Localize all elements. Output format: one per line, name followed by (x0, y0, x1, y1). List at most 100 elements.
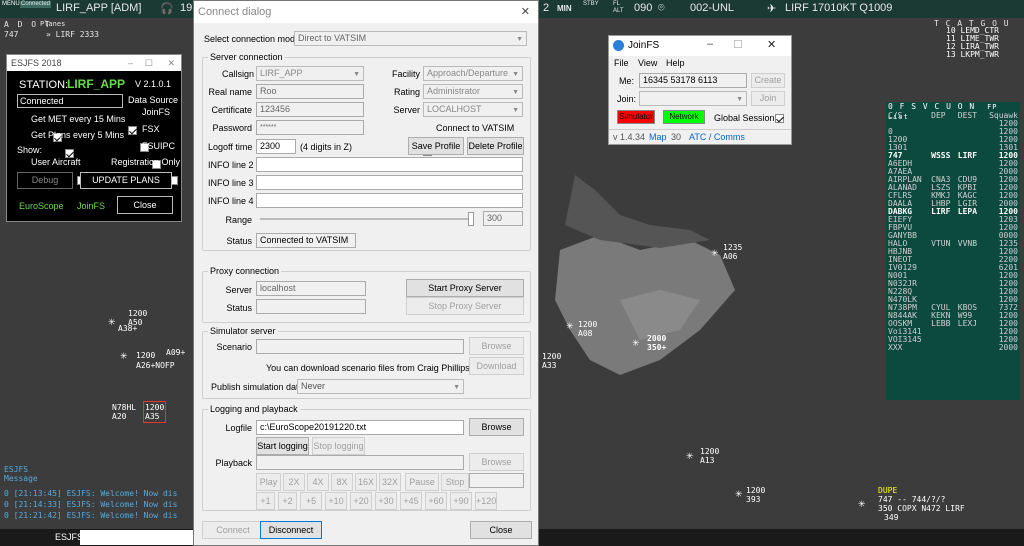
download-button[interactable]: Download (469, 357, 524, 375)
logoff-field[interactable]: 2300 (256, 139, 296, 154)
target-symbol[interactable]: ✳ (858, 500, 866, 509)
target-label[interactable]: 1235 A06 (723, 243, 742, 261)
network-status-button[interactable]: Network (663, 110, 705, 124)
fpl-row[interactable]: XXX 2000 (886, 344, 1020, 352)
jump-button[interactable]: +5 (300, 492, 322, 510)
disconnect-button[interactable]: Disconnect (260, 521, 322, 539)
browse-playback-button[interactable]: Browse (469, 453, 524, 471)
mode-select[interactable]: Direct to VATSIM ▼ (294, 31, 527, 46)
jump-button[interactable]: +20 (350, 492, 372, 510)
target-label[interactable]: 1200 A13 (700, 447, 719, 465)
jump-button[interactable]: +30 (375, 492, 397, 510)
certificate-field[interactable]: 123456 (256, 102, 364, 117)
esjfs-window[interactable]: ESJFS 2018 – ☐ ✕ STATION: LIRF_APP V 2.1… (6, 54, 182, 222)
jump-button[interactable]: +90 (450, 492, 472, 510)
target-label[interactable]: 1200 393 (746, 486, 765, 504)
logfile-field[interactable]: c:\EuroScope20191220.txt (256, 420, 464, 435)
playback-play-button[interactable]: Play (256, 473, 281, 491)
playback-32x-button[interactable]: 32X (379, 473, 401, 491)
browse-scenario-button[interactable]: Browse (469, 337, 524, 355)
me-field[interactable]: 16345 53178 6113 (639, 73, 747, 88)
minimize-icon[interactable]: – (707, 38, 713, 50)
target-symbol[interactable]: ✳ (566, 322, 574, 331)
connect-button[interactable]: Connect (202, 521, 264, 539)
maximize-icon[interactable]: ☐ (145, 55, 153, 71)
simulator-status-button[interactable]: Simulator (617, 110, 655, 124)
alt-value[interactable]: 090 (634, 2, 652, 14)
realname-field[interactable]: Roo (256, 84, 364, 99)
browse-logfile-button[interactable]: Browse (469, 418, 524, 436)
playback-stop-button[interactable]: Stop (441, 473, 469, 491)
join-button[interactable]: Join (751, 91, 785, 106)
jump-button[interactable]: +60 (425, 492, 447, 510)
target-symbol[interactable]: ✳ (686, 452, 694, 461)
menu-help[interactable]: Help (666, 58, 685, 68)
playback-pause-button[interactable]: Pause (405, 473, 439, 491)
flight-plan-list[interactable]: 0 F S V C U O N FP List C/S DEP DEST Squ… (886, 102, 1020, 400)
target-label[interactable]: 1200 A33 (542, 352, 561, 370)
start-logging-button[interactable]: Start logging (256, 437, 309, 455)
maximize-icon[interactable]: ☐ (733, 38, 743, 51)
proxy-server-field[interactable]: localhost (256, 281, 366, 296)
server-select[interactable]: LOCALHOST ▼ (423, 102, 523, 117)
euroscope-link[interactable]: EuroScope (19, 201, 64, 211)
close-icon[interactable]: ✕ (167, 55, 175, 71)
target-symbol[interactable]: ✳ (632, 339, 640, 348)
scenario-field[interactable] (256, 339, 464, 354)
rating-select[interactable]: Administrator ▼ (423, 84, 523, 99)
target-symbol[interactable]: ✳ (108, 318, 116, 327)
facility-select[interactable]: Approach/Departure ▼ (423, 66, 523, 81)
connected-indicator[interactable]: Connected (20, 1, 52, 8)
close-icon[interactable]: ✕ (767, 38, 776, 51)
target-label[interactable]: N78HL A20 (112, 403, 136, 421)
playback-field[interactable] (256, 455, 464, 470)
menu-file[interactable]: File (614, 58, 629, 68)
joinfs-link[interactable]: JoinFS (77, 201, 105, 211)
target-symbol[interactable]: ✳ (120, 352, 128, 361)
callsign-select[interactable]: LIRF_APP ▼ (256, 66, 364, 81)
jump-button[interactable]: +10 (325, 492, 347, 510)
target-label-selected[interactable]: 1200 A35 (143, 401, 167, 423)
delete-profile-button[interactable]: Delete Profile (467, 137, 524, 155)
start-proxy-button[interactable]: Start Proxy Server (406, 279, 524, 297)
headset-icon[interactable]: 🎧 (160, 2, 174, 15)
info2-field[interactable] (256, 157, 523, 172)
playback-2x-button[interactable]: 2X (283, 473, 305, 491)
target-symbol[interactable]: ✳ (735, 490, 743, 499)
global-session-checkbox[interactable] (775, 113, 784, 123)
target-label[interactable]: 2000 350+ (647, 334, 666, 352)
debug-button[interactable]: Debug (17, 172, 73, 189)
target-label[interactable]: 1200 (136, 351, 155, 360)
jump-button[interactable]: +2 (278, 492, 297, 510)
menu-button[interactable]: MENU (2, 1, 20, 8)
joinfs-titlebar[interactable]: JoinFS – ☐ ✕ (609, 36, 791, 56)
playback-16x-button[interactable]: 16X (355, 473, 377, 491)
joinfs-window[interactable]: JoinFS – ☐ ✕ File View Help Me: 16345 53… (608, 35, 792, 145)
close-button[interactable]: Close (470, 521, 532, 539)
create-button[interactable]: Create (751, 73, 785, 88)
save-profile-button[interactable]: Save Profile (408, 137, 464, 155)
playback-8x-button[interactable]: 8X (331, 473, 353, 491)
info4-field[interactable] (256, 193, 523, 208)
col-dep[interactable]: DEP (929, 112, 956, 120)
controller-item[interactable]: 13 LKPM_TWR (946, 51, 1012, 59)
info3-field[interactable] (256, 175, 523, 190)
target-symbol[interactable]: ✳ (711, 249, 719, 258)
minimize-icon[interactable]: – (128, 55, 133, 71)
jump-button[interactable]: +45 (400, 492, 422, 510)
playback-4x-button[interactable]: 4X (307, 473, 329, 491)
close-button[interactable]: Close (117, 196, 173, 214)
publish-select[interactable]: Never ▼ (297, 379, 464, 394)
close-icon[interactable]: ✕ (521, 1, 530, 23)
joinfs-radio[interactable] (128, 125, 137, 135)
map-link[interactable]: Map (649, 130, 667, 144)
jump-button[interactable]: +120 (475, 492, 497, 510)
command-input[interactable] (80, 530, 195, 545)
connect-dialog[interactable]: Connect dialog ✕ Select connection mode:… (193, 0, 539, 546)
stby-label[interactable]: STBY (583, 1, 599, 8)
password-field[interactable]: ****** (256, 120, 364, 135)
update-plans-button[interactable]: UPDATE PLANS (80, 172, 172, 189)
menu-view[interactable]: View (638, 58, 657, 68)
stop-proxy-button[interactable]: Stop Proxy Server (406, 297, 524, 315)
esjfs-titlebar[interactable]: ESJFS 2018 – ☐ ✕ (7, 55, 181, 71)
